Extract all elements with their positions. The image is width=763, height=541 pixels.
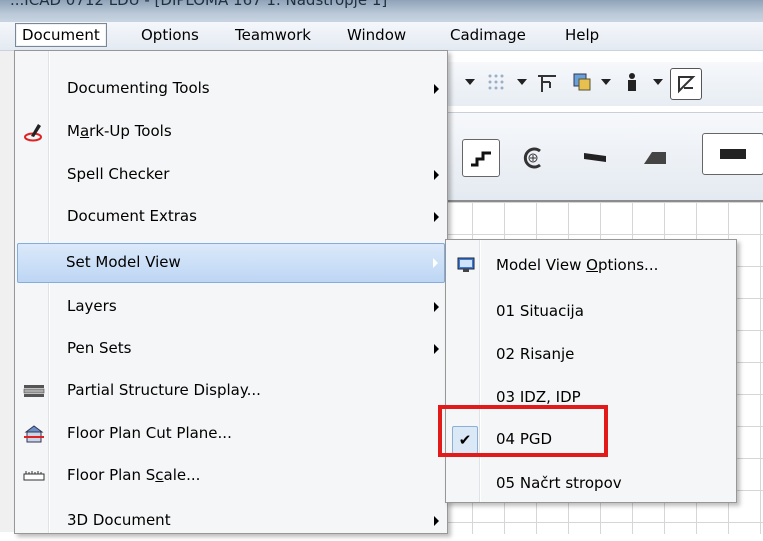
menu-document[interactable]: Document <box>15 23 107 47</box>
wall-tool-icon[interactable] <box>702 133 763 175</box>
menu-item-3d-document[interactable]: 3D Document <box>17 501 445 541</box>
stair-tool-icon[interactable] <box>462 139 500 177</box>
submenu-item-label: 02 Risanje <box>496 345 575 363</box>
menu-item-label: Pen Sets <box>67 339 132 357</box>
menu-item-floor-plan-scale[interactable]: Floor Plan Scale... <box>17 456 445 496</box>
left-toolbox-strip <box>0 51 15 532</box>
rotate-plus-icon[interactable] <box>518 143 548 173</box>
submenu-arrow-icon <box>434 516 439 526</box>
menu-bar: Document Options Teamwork Window Cadimag… <box>0 22 763 51</box>
selection-tool-icon[interactable] <box>670 68 702 100</box>
submenu-arrow-icon <box>434 344 439 354</box>
standard-toolbar <box>440 62 763 106</box>
menu-item-partial-structure-display[interactable]: Partial Structure Display... <box>17 371 445 411</box>
menu-item-label: Layers <box>67 297 117 315</box>
menu-item-label: Document Extras <box>67 207 197 225</box>
submenu-arrow-icon <box>433 258 438 268</box>
submenu-arrow-icon <box>434 302 439 312</box>
roof-tool-icon[interactable] <box>640 143 670 173</box>
menu-item-document-extras[interactable]: Document Extras <box>17 197 445 237</box>
dropdown-arrow-icon[interactable] <box>598 72 614 92</box>
menu-teamwork[interactable]: Teamwork <box>229 24 317 46</box>
set-model-view-submenu: Model View Options... 01 Situacija 02 Ri… <box>445 239 737 503</box>
design-toolbar <box>440 112 763 202</box>
grid-snap-icon[interactable] <box>484 70 508 94</box>
beam-tool-icon[interactable] <box>580 143 610 173</box>
menu-help[interactable]: Help <box>559 24 605 46</box>
menu-item-label: Floor Plan Cut Plane... <box>67 424 232 442</box>
menu-item-label: Spell Checker <box>67 165 170 183</box>
menu-item-layers[interactable]: Layers <box>17 287 445 327</box>
menu-item-spell-checker[interactable]: Spell Checker <box>17 155 445 195</box>
layer-combination-icon[interactable] <box>570 70 594 94</box>
figure-icon[interactable] <box>620 70 644 94</box>
menu-window[interactable]: Window <box>341 24 412 46</box>
submenu-arrow-icon <box>434 170 439 180</box>
document-menu: Documenting Tools Mark-Up Tools Spell Ch… <box>14 50 448 534</box>
submenu-item-label: 03 IDZ, IDP <box>496 388 581 406</box>
submenu-item-model-view-options[interactable]: Model View Options... <box>448 246 734 286</box>
menu-item-set-model-view[interactable]: Set Model View <box>17 243 445 283</box>
annotation-highlight-box <box>438 405 608 457</box>
markup-pen-icon <box>23 122 45 142</box>
menu-item-floor-plan-cut-plane[interactable]: Floor Plan Cut Plane... <box>17 414 445 454</box>
submenu-arrow-icon <box>434 84 439 94</box>
window-titlebar: ...ICAD 0712 LDU - [DIPLOMA 167 1. Nadst… <box>0 0 763 22</box>
submenu-item-02-risanje[interactable]: 02 Risanje <box>448 335 734 375</box>
menu-item-label: Documenting Tools <box>67 79 210 97</box>
submenu-item-label: Model View Options... <box>496 256 659 274</box>
menu-item-mark-up-tools[interactable]: Mark-Up Tools <box>17 112 445 152</box>
menu-item-label: 3D Document <box>67 511 171 529</box>
model-view-options-icon <box>456 255 476 275</box>
menu-cadimage[interactable]: Cadimage <box>444 24 532 46</box>
menu-item-label: Floor Plan Scale... <box>67 466 201 484</box>
guide-lines-icon[interactable] <box>534 70 560 96</box>
submenu-item-label: 01 Situacija <box>496 302 584 320</box>
menu-item-label: Mark-Up Tools <box>67 122 172 140</box>
scale-ruler-icon <box>23 466 45 486</box>
dropdown-arrow-icon[interactable] <box>514 72 530 92</box>
structure-display-icon <box>23 381 45 401</box>
submenu-item-01-situacija[interactable]: 01 Situacija <box>448 292 734 332</box>
submenu-item-05-nacrt-stropov[interactable]: 05 Načrt stropov <box>448 464 734 504</box>
cut-plane-icon <box>23 424 45 444</box>
menu-item-label: Partial Structure Display... <box>67 381 261 399</box>
dropdown-arrow-icon[interactable] <box>462 72 478 92</box>
menu-options[interactable]: Options <box>135 24 205 46</box>
submenu-arrow-icon <box>434 212 439 222</box>
menu-item-pen-sets[interactable]: Pen Sets <box>17 329 445 369</box>
menu-item-documenting-tools[interactable]: Documenting Tools <box>17 69 445 109</box>
window-title: ...ICAD 0712 LDU - [DIPLOMA 167 1. Nadst… <box>10 0 388 9</box>
dropdown-arrow-icon[interactable] <box>650 72 666 92</box>
menu-item-label: Set Model View <box>66 253 181 271</box>
submenu-item-label: 05 Načrt stropov <box>496 474 622 492</box>
